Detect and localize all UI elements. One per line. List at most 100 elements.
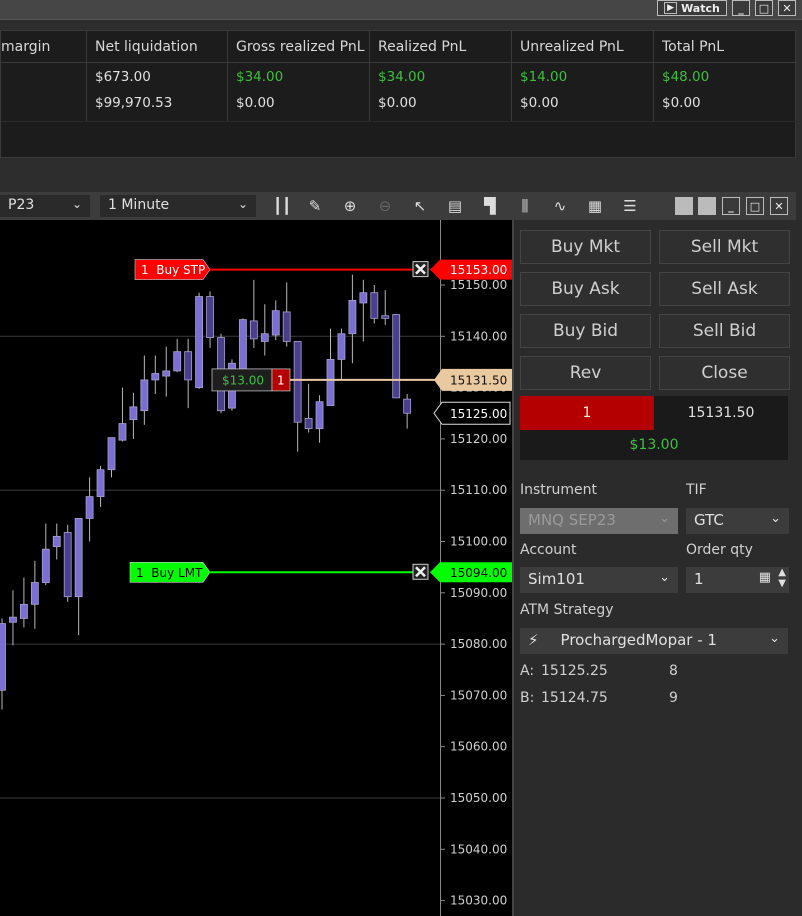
cell: $48.00 — [662, 69, 710, 85]
candle-body — [19, 603, 28, 619]
close-button[interactable]: Close — [659, 356, 790, 390]
cell: $0.00 — [520, 95, 559, 111]
candle-body — [30, 582, 39, 605]
strategies-icon[interactable]: ∿ — [550, 196, 570, 216]
column-header[interactable]: Total PnL — [654, 31, 797, 63]
candle-body — [0, 623, 6, 691]
sell-ask-button[interactable]: Sell Ask — [659, 272, 790, 306]
indicators-icon[interactable]: ▦ — [585, 196, 605, 216]
position-pnl-label: $13.00 — [222, 373, 264, 387]
candle-body — [315, 401, 324, 430]
ask-price: 15125.25 — [541, 663, 608, 679]
y-tick-label: 15080.00 — [450, 637, 507, 651]
buy-bid-button[interactable]: Buy Bid — [520, 314, 651, 348]
sell-mkt-button[interactable]: Sell Mkt — [659, 230, 790, 264]
ask-label: A: — [520, 663, 535, 679]
zoom-out-icon[interactable]: ⊖ — [375, 196, 395, 216]
order-label[interactable]: 1 Buy LMT — [136, 566, 203, 580]
chart-trader-panel: Buy Mkt Sell Mkt Buy Ask Sell Ask Buy Bid Sel… — [512, 220, 802, 916]
column-header[interactable]: margin — [0, 31, 86, 63]
tif-label: TIF — [686, 482, 707, 498]
y-tick-label: 15140.00 — [450, 329, 507, 343]
chart-close-button[interactable]: ✕ — [770, 197, 788, 215]
order-qty-label: Order qty — [686, 542, 753, 558]
rev-button[interactable]: Rev — [520, 356, 651, 390]
candle-body — [129, 406, 138, 421]
chart-toolbar: P23 ⌄ 1 Minute ⌄ ┃┃ ✎ ⊕ ⊖ ↖ ▤ ▜ ⫼ ∿ ▦ ☰ _ … — [0, 192, 796, 220]
cell: $34.00 — [236, 69, 284, 85]
drawing-pencil-icon[interactable]: ✎ — [305, 196, 325, 216]
chart-minimize-button[interactable]: _ — [722, 197, 740, 215]
qty-spinner-icon[interactable]: ▲ ▼ — [778, 567, 786, 589]
watch-button[interactable]: ▶ Watch — [657, 0, 727, 16]
column-header[interactable]: Realized PnL — [370, 31, 511, 63]
bars-type-icon[interactable]: ┃┃ — [272, 196, 292, 216]
interval-selector[interactable]: 1 Minute ⌄ — [100, 195, 256, 217]
candle-body — [85, 496, 94, 519]
candle — [315, 395, 324, 443]
candle-body — [162, 370, 171, 377]
position-qty: 1 — [520, 396, 654, 430]
candle-body — [403, 398, 412, 414]
instrument-dropdown[interactable]: MNQ SEP23 ⌄ — [520, 508, 678, 534]
maximize-button[interactable]: □ — [755, 0, 773, 16]
y-tick-label: 15070.00 — [450, 688, 507, 702]
pointer-icon[interactable]: ↖ — [410, 196, 430, 216]
candle — [30, 560, 39, 629]
zoom-in-icon[interactable]: ⊕ — [340, 196, 360, 216]
column-header[interactable]: Unrealized PnL — [512, 31, 653, 63]
column-margin: margin — [0, 31, 87, 121]
candle — [195, 292, 204, 389]
candle — [96, 465, 105, 507]
chart-canvas[interactable]: 15150.0015140.0015130.0015120.0015110.00… — [0, 220, 512, 916]
play-icon: ▶ — [664, 2, 678, 14]
candle-body — [63, 532, 72, 598]
buy-ask-button[interactable]: Buy Ask — [520, 272, 651, 306]
calculator-icon[interactable]: ▦ — [759, 570, 771, 585]
chart-maximize-button[interactable]: □ — [746, 197, 764, 215]
candle — [118, 387, 127, 442]
candle — [260, 304, 269, 356]
candle-body — [151, 373, 160, 381]
y-tick-label: 15050.00 — [450, 791, 507, 805]
chevron-down-icon: ⌄ — [659, 570, 670, 585]
chart-trader-icon[interactable]: ▜ — [480, 196, 500, 216]
cell: $34.00 — [378, 69, 426, 85]
candle — [0, 618, 6, 710]
price-chart[interactable]: 15150.0015140.0015130.0015120.0015110.00… — [0, 220, 512, 916]
minimize-button[interactable]: _ — [732, 0, 750, 16]
order-label[interactable]: 1 Buy STP — [141, 263, 205, 277]
candle-body — [118, 423, 127, 441]
buy-mkt-button[interactable]: Buy Mkt — [520, 230, 651, 264]
order-price-label: 15094.00 — [450, 566, 507, 580]
instrument-selector[interactable]: P23 ⌄ — [0, 195, 90, 217]
candle-body — [370, 292, 379, 319]
data-box-icon[interactable]: ▤ — [445, 196, 465, 216]
column-total-pnl: Total PnL $48.00 $0.00 — [654, 31, 797, 121]
candle — [74, 518, 83, 636]
order-qty-input[interactable]: 1 ▦ ▲ ▼ — [686, 567, 789, 593]
candle — [370, 285, 379, 324]
candle — [107, 437, 116, 478]
tile-icon[interactable] — [698, 197, 716, 215]
column-header[interactable]: Gross realized PnL — [228, 31, 369, 63]
tile-icon[interactable] — [675, 197, 693, 215]
close-button[interactable]: ✕ — [778, 0, 796, 16]
candle — [282, 282, 291, 347]
sell-bid-button[interactable]: Sell Bid — [659, 314, 790, 348]
position-line[interactable]: $13.00 1 15131.50 — [211, 368, 512, 392]
bar-spacing-icon[interactable]: ⫼ — [515, 196, 535, 216]
account-dropdown[interactable]: Sim101 ⌄ — [520, 567, 678, 593]
tif-dropdown[interactable]: GTC ⌄ — [686, 508, 789, 534]
bid-price: 15124.75 — [541, 690, 608, 706]
candle — [162, 346, 171, 397]
candle-body — [392, 314, 401, 399]
y-tick-label: 15040.00 — [450, 842, 507, 856]
candle-body — [381, 315, 390, 319]
last-price-label: 15125.00 — [450, 407, 507, 421]
properties-icon[interactable]: ☰ — [620, 196, 640, 216]
column-header[interactable]: Net liquidation — [87, 31, 227, 63]
order-line[interactable]: 1 Buy LMT 15094.00 — [129, 561, 512, 583]
atm-strategy-dropdown[interactable]: ⚡ ProchargedMopar - 1 ⌄ — [520, 628, 788, 654]
order-line[interactable]: 1 Buy STP 15153.00 — [134, 259, 512, 280]
